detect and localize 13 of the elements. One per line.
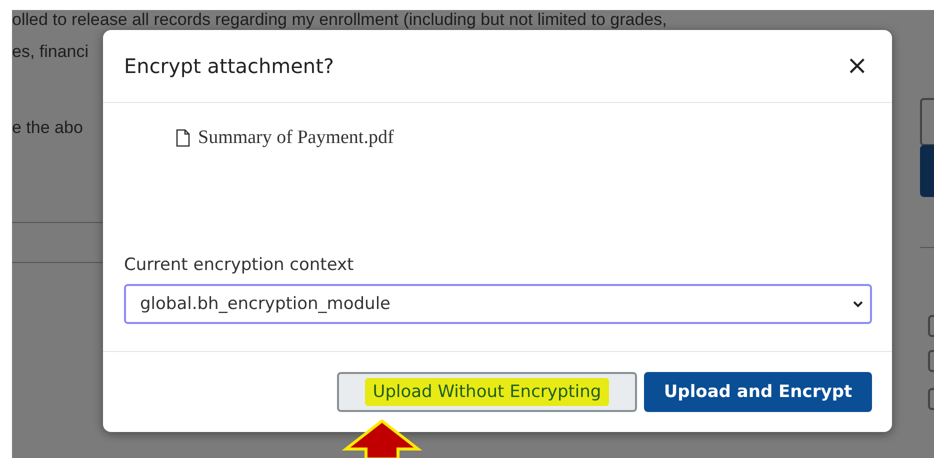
arrow-up-icon (342, 419, 422, 458)
page-text: olled to release all records regarding my enrollment (including but not limited to grades, (12, 10, 667, 30)
chevron-down-icon (852, 300, 864, 308)
file-name: Summary of Payment.pdf (198, 127, 394, 149)
upload-button[interactable]: Upload and Encrypt (644, 372, 872, 412)
upload-button[interactable]: Upload Without Encrypting (337, 372, 637, 412)
page-text: e the abo (12, 118, 83, 138)
document-icon (176, 129, 190, 147)
field-label: Current encryption context (124, 255, 355, 275)
dialog-title: Encrypt attachment? (124, 54, 334, 78)
page-text: es, financi (12, 42, 89, 62)
close-button[interactable]: × (842, 51, 872, 81)
context-select[interactable]: global.bh_encryption_module (124, 284, 872, 324)
